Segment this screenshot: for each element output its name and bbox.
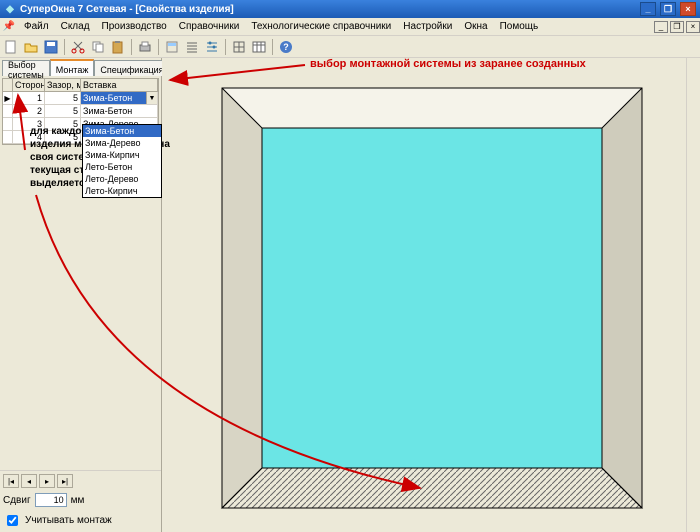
shift-row: Сдвиг мм — [3, 493, 158, 507]
shift-input[interactable] — [35, 493, 67, 507]
menu-warehouse[interactable]: Склад — [55, 19, 96, 34]
new-button[interactable] — [2, 38, 20, 56]
table-button[interactable] — [250, 38, 268, 56]
dropdown-option[interactable]: Лето-Дерево — [83, 173, 161, 185]
nav-first-button[interactable]: |◂ — [3, 474, 19, 488]
col-gap: Зазор, мм — [45, 79, 81, 91]
toolbar: ? — [0, 36, 700, 58]
row-pointer-icon — [3, 131, 13, 144]
calc-button[interactable] — [163, 38, 181, 56]
cell-gap: 5 — [45, 105, 81, 118]
dropdown-option[interactable]: Лето-Бетон — [83, 161, 161, 173]
cell-gap: 5 — [45, 92, 81, 105]
workarea: Выбор системы Монтаж Спецификация Сторон… — [0, 58, 700, 532]
tab-mounting[interactable]: Монтаж — [50, 59, 95, 76]
separator — [272, 39, 273, 55]
insert-dropdown[interactable]: Зима-Бетон Зима-Дерево Зима-Кирпич Лето-… — [82, 124, 162, 198]
window-title: СуперОкна 7 Сетевая - [Свойства изделия] — [20, 4, 234, 15]
annotation-system-select: выбор монтажной системы из заранее созда… — [310, 58, 586, 70]
copy-button[interactable] — [89, 38, 107, 56]
separator — [225, 39, 226, 55]
dropdown-option[interactable]: Зима-Кирпич — [83, 149, 161, 161]
titlebar: ◆ СуперОкна 7 Сетевая - [Свойства издели… — [0, 0, 700, 18]
menu-settings[interactable]: Настройки — [397, 19, 458, 34]
dropdown-option[interactable]: Зима-Дерево — [83, 137, 161, 149]
help-button[interactable]: ? — [277, 38, 295, 56]
shift-unit: мм — [71, 495, 85, 506]
pin-icon[interactable]: 📌 — [2, 20, 16, 34]
row-pointer-icon — [3, 118, 13, 131]
shift-label: Сдвиг — [3, 495, 31, 506]
app-logo-icon: ◆ — [4, 3, 16, 15]
consider-mounting-row: Учитывать монтаж — [3, 512, 158, 529]
open-button[interactable] — [22, 38, 40, 56]
col-marker — [3, 79, 13, 91]
cell-insert: Зима-Бетон — [81, 105, 158, 118]
consider-mounting-label: Учитывать монтаж — [25, 515, 112, 526]
menubar: 📌 Файл Склад Производство Справочники Те… — [0, 18, 700, 36]
print-button[interactable] — [136, 38, 154, 56]
cell-insert[interactable]: Зима-Бетон▼ — [81, 92, 158, 105]
row-pointer-icon: ▶ — [3, 92, 13, 105]
svg-text:?: ? — [283, 42, 289, 52]
vertical-scrollbar[interactable] — [686, 58, 700, 532]
panel-tabs: Выбор системы Монтаж Спецификация — [0, 58, 161, 76]
menu-tech-references[interactable]: Технологические справочники — [245, 19, 397, 34]
cell-side: 1 — [13, 92, 45, 105]
minimize-button[interactable]: _ — [640, 2, 656, 16]
col-side: Сторона — [13, 79, 45, 91]
table-row[interactable]: ▶ 1 5 Зима-Бетон▼ — [3, 92, 158, 105]
menu-windows[interactable]: Окна — [458, 19, 493, 34]
separator — [158, 39, 159, 55]
panel-footer: |◂ ◂ ▸ ▸| Сдвиг мм Учитывать монтаж — [0, 470, 161, 532]
col-insert: Вставка — [81, 79, 158, 91]
list-button[interactable] — [183, 38, 201, 56]
grid-button[interactable] — [230, 38, 248, 56]
dropdown-option[interactable]: Лето-Кирпич — [83, 185, 161, 197]
mdi-minimize-button[interactable]: _ — [654, 21, 668, 33]
grid-header: Сторона Зазор, мм Вставка — [2, 78, 159, 92]
paste-button[interactable] — [109, 38, 127, 56]
tab-spec[interactable]: Спецификация — [94, 60, 169, 76]
row-pointer-icon — [3, 105, 13, 118]
cell-side: 2 — [13, 105, 45, 118]
separator — [131, 39, 132, 55]
dropdown-arrow-icon[interactable]: ▼ — [146, 92, 157, 104]
save-button[interactable] — [42, 38, 60, 56]
nav-last-button[interactable]: ▸| — [57, 474, 73, 488]
menu-file[interactable]: Файл — [18, 19, 55, 34]
mdi-close-button[interactable]: × — [686, 21, 700, 33]
config-button[interactable] — [203, 38, 221, 56]
nav-row: |◂ ◂ ▸ ▸| — [3, 474, 158, 488]
close-button[interactable]: × — [680, 2, 696, 16]
nav-prev-button[interactable]: ◂ — [21, 474, 37, 488]
drawing-canvas[interactable] — [162, 58, 700, 532]
mdi-restore-button[interactable]: ❐ — [670, 21, 684, 33]
dropdown-option[interactable]: Зима-Бетон — [83, 125, 161, 137]
menu-help[interactable]: Помощь — [494, 19, 545, 34]
product-drawing — [162, 58, 700, 532]
tab-system-select[interactable]: Выбор системы — [2, 60, 50, 76]
separator — [64, 39, 65, 55]
table-row[interactable]: 2 5 Зима-Бетон — [3, 105, 158, 118]
maximize-button[interactable]: ❐ — [660, 2, 676, 16]
consider-mounting-checkbox[interactable] — [7, 515, 18, 526]
nav-next-button[interactable]: ▸ — [39, 474, 55, 488]
cut-button[interactable] — [69, 38, 87, 56]
menu-references[interactable]: Справочники — [173, 19, 246, 34]
menu-production[interactable]: Производство — [96, 19, 173, 34]
